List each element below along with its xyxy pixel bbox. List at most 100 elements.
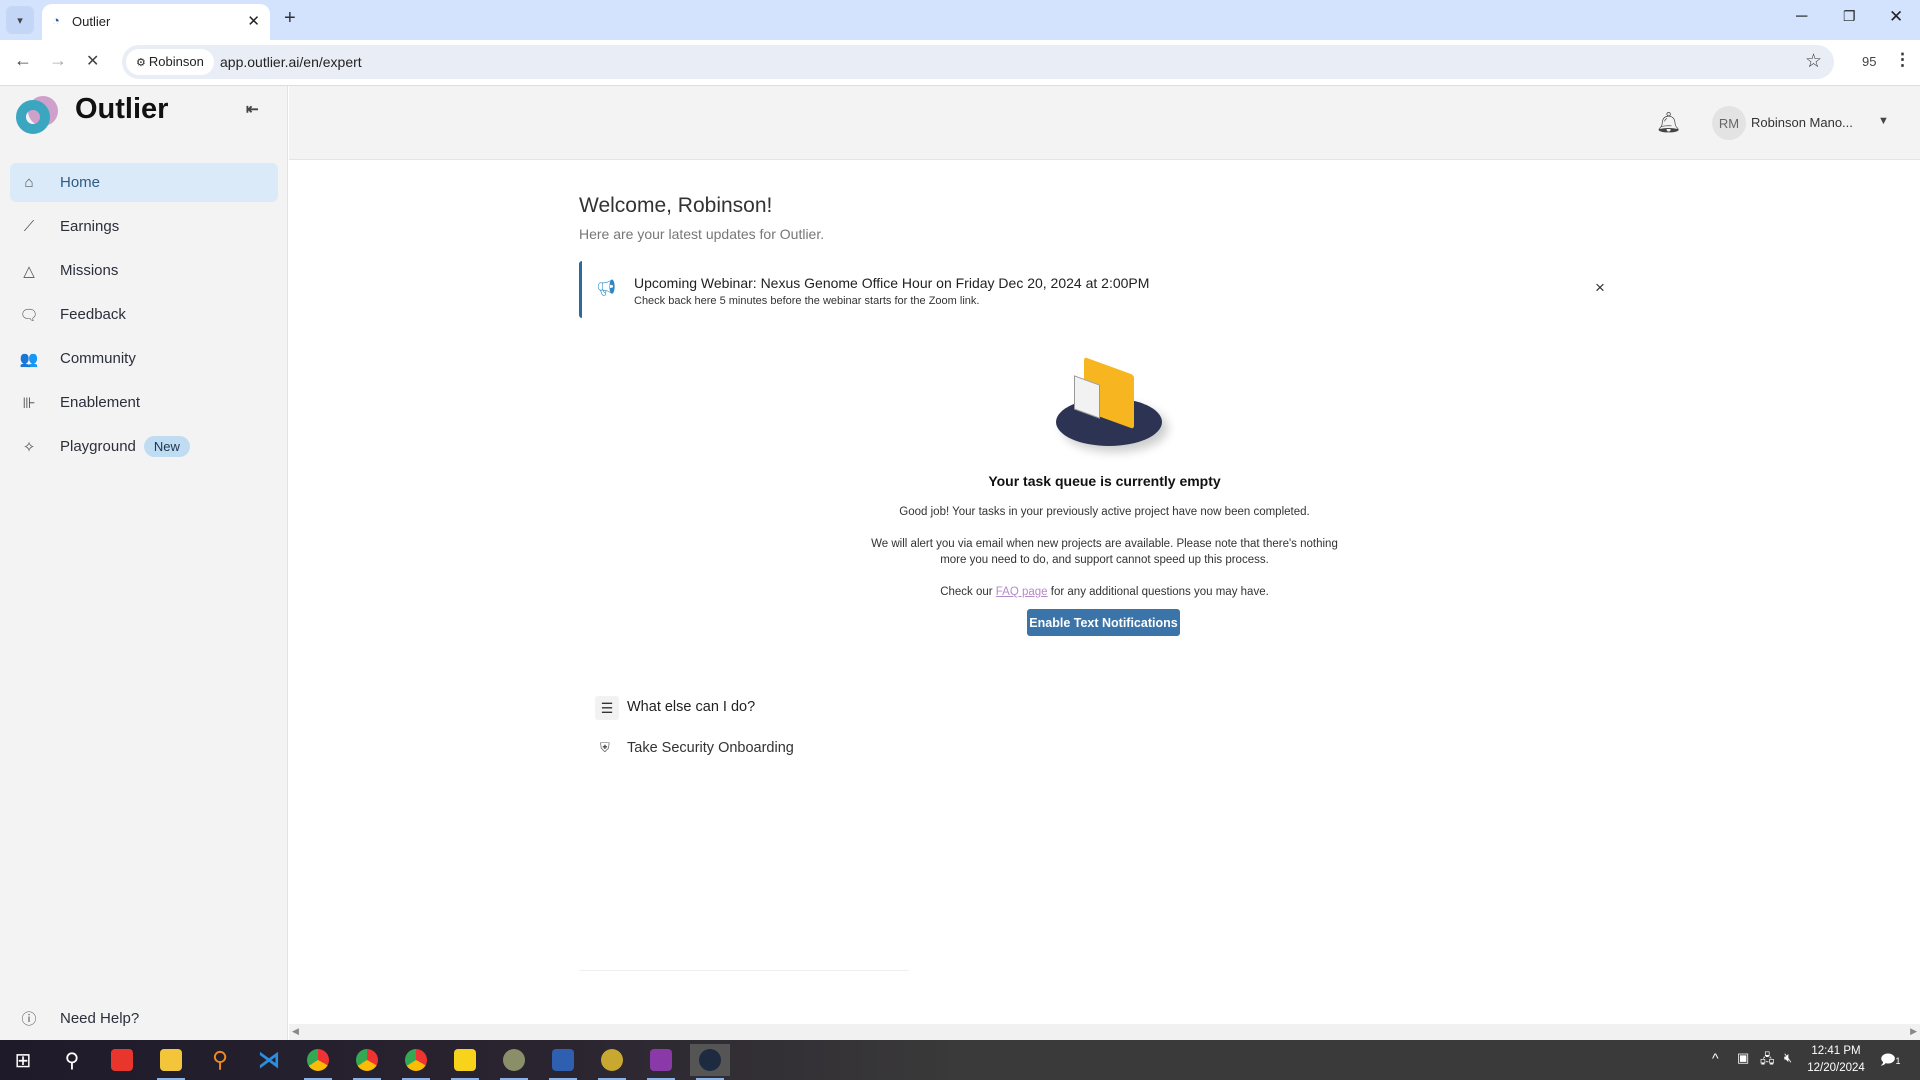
chat-bubbles-icon: 🗨: [19, 306, 39, 324]
taskbar: ⊞ ⚲ ⚲ ⋊ ^ ▣ 🖧 🔇︎ 12:41 PM 12/20/2024 🗩1: [0, 1040, 1920, 1080]
tab-title: Outlier: [72, 14, 111, 29]
dumbbell-icon: ⊪: [22, 394, 36, 412]
what-else-heading: What else can I do?: [627, 699, 756, 715]
sidebar-item-playground[interactable]: ✧ Playground New: [10, 427, 278, 466]
new-badge: New: [143, 436, 190, 457]
notification-center-icon[interactable]: 🗩1: [1880, 1049, 1901, 1073]
divider: [579, 970, 909, 971]
chrome-profile-icon[interactable]: [347, 1044, 387, 1080]
horizontal-scrollbar[interactable]: ◀ ▶: [289, 1024, 1920, 1040]
help-circle-icon: ⓘ: [21, 1011, 37, 1028]
sidebar-item-label: Earnings: [60, 218, 120, 235]
bookmark-star-icon[interactable]: ☆: [1805, 50, 1822, 73]
omnibox[interactable]: ⚙ Robinson app.outlier.ai/en/expert ☆: [122, 45, 1834, 79]
search-app-icon[interactable]: ⚲: [200, 1044, 240, 1076]
onenote-icon[interactable]: [641, 1044, 681, 1080]
tray-chevron-icon[interactable]: ^: [1712, 1050, 1719, 1066]
sidebar-item-label: Home: [60, 174, 101, 191]
megaphone-icon: 📢︎: [596, 280, 617, 297]
home-icon: ⌂: [24, 174, 34, 191]
notification-count: 1: [1895, 1056, 1901, 1066]
sidebar-item-label: Playground: [60, 438, 136, 455]
page-title: Welcome, Robinson!: [579, 194, 773, 217]
security-onboarding-link[interactable]: Take Security Onboarding: [627, 740, 794, 756]
meet-icon[interactable]: ▣: [1737, 1050, 1749, 1066]
extension-badge[interactable]: 95: [1862, 54, 1876, 69]
faq-link[interactable]: FAQ page: [996, 586, 1048, 598]
sidebar-item-community[interactable]: 👥 Community: [10, 339, 278, 378]
windows-start-icon[interactable]: ⊞: [3, 1044, 43, 1076]
remote-desktop-icon[interactable]: [543, 1044, 583, 1080]
shield-icon: ⛨: [600, 740, 610, 755]
avatar: RM: [1712, 106, 1746, 140]
sidebar-item-missions[interactable]: △ Missions: [10, 251, 278, 290]
tab-favicon-icon: ◔: [52, 13, 60, 28]
app-icon[interactable]: [494, 1044, 534, 1080]
enable-text-notifications-button[interactable]: Enable Text Notifications: [1027, 609, 1180, 636]
file-explorer-icon[interactable]: [151, 1044, 191, 1080]
banner-close-button[interactable]: ×: [1595, 278, 1605, 298]
user-name: Robinson Mano...: [1751, 115, 1853, 130]
empty-state-text: more you need to do, and support cannot …: [940, 554, 1269, 566]
sidebar-item-label: Community: [60, 350, 136, 367]
sidebar-item-earnings[interactable]: ⟋ Earnings: [10, 207, 278, 246]
sidebar-item-label: Enablement: [60, 394, 141, 411]
sidebar-item-enablement[interactable]: ⊪ Enablement: [10, 383, 278, 422]
chrome-icon[interactable]: [298, 1044, 338, 1080]
chrome-profile-2-icon[interactable]: [396, 1044, 436, 1080]
window-close-button[interactable]: ✕: [1889, 7, 1903, 27]
sidebar-item-label: Feedback: [60, 306, 126, 323]
site-info-chip[interactable]: ⚙ Robinson: [126, 49, 214, 75]
vscode-icon[interactable]: ⋊: [249, 1044, 289, 1076]
top-header: 🔔︎ RM Robinson Mano... ▼: [289, 86, 1920, 160]
sidebar: Outlier ⇤ ⌂ Home ⟋ Earnings △ Missions 🗨 Fee…: [0, 86, 288, 1040]
search-icon[interactable]: ⚲: [52, 1044, 92, 1076]
sidebar-item-home[interactable]: ⌂ Home: [10, 163, 278, 202]
clock[interactable]: 12:41 PM 12/20/2024: [1806, 1043, 1866, 1077]
tab-search-button[interactable]: ▾: [6, 6, 34, 34]
browser-tab-bar: ▾ ◔ Outlier ✕ + ─ ❐ ✕: [0, 0, 1920, 40]
main-content: Welcome, Robinson! Here are your latest …: [289, 160, 1920, 1024]
tune-icon: ⚙: [136, 57, 149, 69]
forward-button[interactable]: →: [49, 50, 67, 71]
banner-body: Check back here 5 minutes before the web…: [634, 295, 980, 307]
sticky-notes-icon[interactable]: [445, 1044, 485, 1080]
need-help-label: Need Help?: [60, 1010, 140, 1027]
tab-close-icon[interactable]: ✕: [247, 12, 260, 30]
people-icon: 👥: [19, 350, 39, 368]
sidebar-item-feedback[interactable]: 🗨 Feedback: [10, 295, 278, 334]
site-chip-label: Robinson: [148, 54, 204, 69]
restore-button[interactable]: ❐: [1843, 8, 1856, 25]
stop-loading-button[interactable]: ✕: [86, 51, 99, 71]
faq-line: Check our FAQ page for any additional qu…: [289, 586, 1920, 598]
network-icon[interactable]: 🖧: [1760, 1050, 1775, 1072]
browser-tab[interactable]: ◔ Outlier ✕: [42, 4, 270, 40]
mountain-icon: △: [23, 262, 35, 280]
user-menu[interactable]: RM Robinson Mano... ▼: [1712, 106, 1892, 140]
new-tab-button[interactable]: +: [284, 7, 296, 30]
xbox-app-icon[interactable]: [592, 1044, 632, 1080]
outlier-logo-icon: [16, 96, 60, 134]
volume-muted-icon[interactable]: 🔇︎: [1784, 1050, 1792, 1066]
sparkle-icon: ✧: [22, 438, 36, 456]
empty-state-text: Good job! Your tasks in your previously …: [899, 506, 1310, 518]
clock-date: 12/20/2024: [1807, 1062, 1865, 1074]
minimize-button[interactable]: ─: [1796, 8, 1807, 26]
collapse-sidebar-icon[interactable]: ⇤: [246, 100, 259, 118]
chevron-down-icon: ▼: [1878, 115, 1889, 127]
url-text[interactable]: app.outlier.ai/en/expert: [220, 54, 362, 70]
page-subtitle: Here are your latest updates for Outlier…: [579, 226, 825, 242]
back-button[interactable]: ←: [14, 50, 32, 71]
chart-line-icon: ⟋: [23, 218, 35, 235]
need-help-link[interactable]: ⓘ Need Help?: [10, 999, 278, 1038]
list-icon: ☰: [595, 696, 619, 720]
browser-menu-icon[interactable]: ⋮: [1894, 50, 1911, 70]
anydesk-icon[interactable]: [102, 1044, 142, 1076]
active-app-icon[interactable]: [690, 1044, 730, 1080]
faq-suffix: for any additional questions you may hav…: [1047, 586, 1269, 598]
sidebar-item-label: Missions: [60, 262, 119, 279]
clock-time: 12:41 PM: [1811, 1045, 1861, 1057]
scroll-right-icon[interactable]: ▶: [1910, 1026, 1917, 1037]
bell-icon[interactable]: 🔔︎: [1656, 110, 1681, 135]
scroll-left-icon[interactable]: ◀: [292, 1026, 299, 1037]
